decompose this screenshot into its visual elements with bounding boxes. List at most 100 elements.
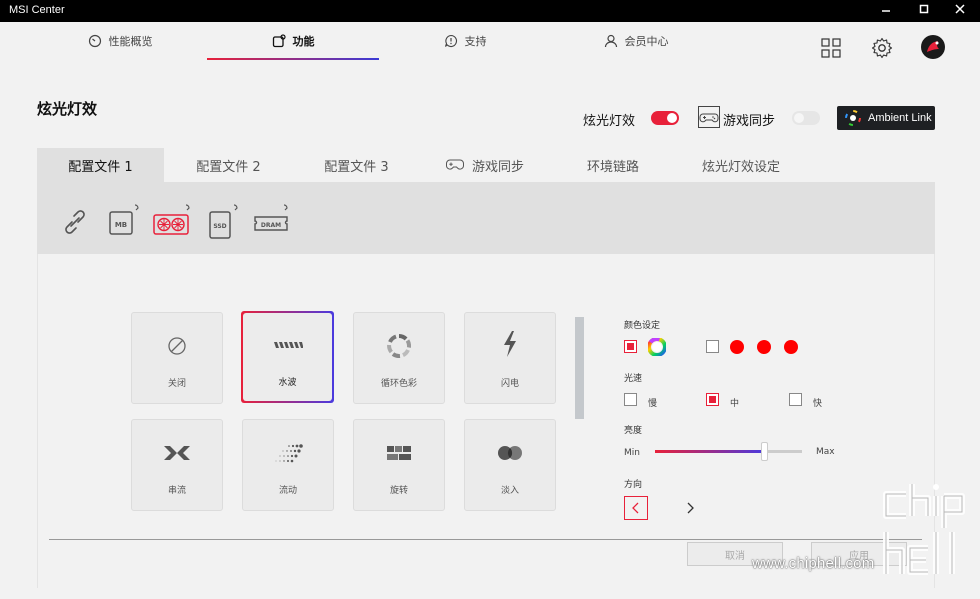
tab-label: 炫光灯效设定 xyxy=(701,159,780,175)
chevron-right-icon xyxy=(687,502,694,514)
ambient-link-label: Ambient Link xyxy=(868,112,932,124)
device-dram[interactable]: DRAM xyxy=(253,204,295,242)
chiphell-logo xyxy=(883,484,965,575)
effect-wave[interactable]: 水波 xyxy=(243,313,332,401)
close-button[interactable] xyxy=(946,2,974,20)
brightness-min-label: Min xyxy=(624,448,640,458)
maximize-button[interactable] xyxy=(910,2,938,20)
effect-label: 淡入 xyxy=(500,486,519,496)
tab-label: 配置文件 1 xyxy=(68,159,133,175)
window-title: MSI Center xyxy=(9,4,65,16)
flow-icon xyxy=(275,444,303,463)
tab-ambient-link[interactable]: 环境链路 xyxy=(560,148,666,182)
brightness-max-label: Max xyxy=(816,447,835,457)
tab-performance-overview[interactable]: 性能概览 xyxy=(70,22,170,60)
color-swatch-2[interactable] xyxy=(757,340,771,354)
stream-icon xyxy=(164,446,190,460)
tab-game-sync[interactable]: 游戏同步 xyxy=(430,148,540,182)
toggle-knob xyxy=(667,113,677,123)
device-mb[interactable]: MB xyxy=(107,204,141,242)
tab-rgb-settings[interactable]: 炫光灯效设定 xyxy=(685,148,797,182)
color-wheel-icon[interactable] xyxy=(648,338,666,356)
speed-label: 光速 xyxy=(624,374,643,384)
tab-label: 配置文件 3 xyxy=(324,159,389,175)
wave-icon xyxy=(273,342,303,348)
effect-color-cycle[interactable]: 循环色彩 xyxy=(353,312,445,404)
color-cycle-icon xyxy=(387,334,411,358)
effect-lightning[interactable]: 闪电 xyxy=(464,312,556,404)
custom-color-checkbox[interactable] xyxy=(624,340,637,353)
tab-profile-3[interactable]: 配置文件 3 xyxy=(293,148,420,182)
link-icon[interactable] xyxy=(61,208,89,236)
effect-label: 循环色彩 xyxy=(380,379,417,389)
toggle-knob xyxy=(794,113,804,123)
effect-off[interactable]: 关闭 xyxy=(131,312,223,404)
tab-label: 会员中心 xyxy=(624,35,669,48)
tab-profile-1[interactable]: 配置文件 1 xyxy=(37,148,164,182)
brightness-slider[interactable] xyxy=(655,450,802,453)
tab-label: 功能 xyxy=(292,35,315,48)
device-ssd[interactable]: SSD xyxy=(208,204,244,244)
direction-right-button[interactable] xyxy=(678,496,702,520)
device-label: MB xyxy=(115,221,127,229)
speed-medium-label: 中 xyxy=(730,399,740,409)
game-sync-toggle[interactable] xyxy=(792,111,820,125)
gamepad-icon xyxy=(698,106,720,128)
color-swatch-1[interactable] xyxy=(730,340,744,354)
device-gpu[interactable] xyxy=(153,204,193,242)
rgb-toggle-label: 炫光灯效 xyxy=(583,114,636,129)
feature-icon xyxy=(272,34,286,48)
tab-member-center[interactable]: 会员中心 xyxy=(588,22,684,60)
page-title: 炫光灯效 xyxy=(37,100,98,118)
color-swatch-3[interactable] xyxy=(784,340,798,354)
member-icon xyxy=(604,34,617,48)
gauge-icon xyxy=(88,34,101,48)
device-label: DRAM xyxy=(261,222,281,229)
preset-color-checkbox[interactable] xyxy=(706,340,719,353)
gpu-icon xyxy=(153,204,190,235)
motherboard-icon: MB xyxy=(109,204,139,235)
tab-label: 游戏同步 xyxy=(471,159,524,175)
effect-label: 关闭 xyxy=(167,379,186,389)
direction-left-button[interactable] xyxy=(624,496,648,520)
avatar[interactable] xyxy=(920,34,946,60)
off-icon xyxy=(168,337,186,355)
effect-flow[interactable]: 流动 xyxy=(242,419,334,511)
tab-label: 支持 xyxy=(464,35,487,48)
effect-rotate[interactable]: 旋转 xyxy=(353,419,445,511)
speed-medium-checkbox[interactable] xyxy=(706,393,719,406)
effect-fade-in[interactable]: 淡入 xyxy=(464,419,556,511)
ambient-link-button[interactable]: Ambient Link xyxy=(837,106,935,130)
brightness-slider-fill xyxy=(655,450,766,453)
active-tab-indicator xyxy=(207,58,379,60)
footer-divider xyxy=(49,539,922,540)
rgb-toggle[interactable] xyxy=(651,111,679,125)
effects-scrollbar[interactable] xyxy=(575,317,584,419)
title-bar: MSI Center xyxy=(0,0,980,22)
gamepad-icon xyxy=(445,159,464,170)
speed-fast-checkbox[interactable] xyxy=(789,393,802,406)
watermark-text: www.chiphell.com xyxy=(752,555,875,572)
dram-icon: DRAM xyxy=(254,204,288,231)
effect-label: 串流 xyxy=(167,486,186,496)
tab-support[interactable]: 支持 xyxy=(420,22,510,60)
effect-label: 水波 xyxy=(278,378,297,388)
effect-label: 闪电 xyxy=(500,379,519,389)
tab-features[interactable]: 功能 xyxy=(240,22,346,60)
speed-slow-checkbox[interactable] xyxy=(624,393,637,406)
direction-label: 方向 xyxy=(624,480,643,490)
ssd-icon: SSD xyxy=(209,204,238,239)
gear-icon[interactable] xyxy=(870,36,894,60)
rotate-icon xyxy=(387,446,411,460)
effect-stream[interactable]: 串流 xyxy=(131,419,223,511)
brightness-slider-thumb[interactable] xyxy=(761,442,769,461)
ambient-link-icon xyxy=(845,110,861,126)
chevron-left-icon xyxy=(632,502,639,514)
top-nav: 性能概览 功能 支持 会员中心 xyxy=(0,22,980,70)
effect-label: 旋转 xyxy=(389,486,408,496)
apps-grid-icon[interactable] xyxy=(819,36,843,60)
minimize-button[interactable] xyxy=(872,2,900,20)
device-label: SSD xyxy=(213,223,226,230)
color-settings-label: 颜色设定 xyxy=(624,321,661,331)
tab-profile-2[interactable]: 配置文件 2 xyxy=(165,148,292,182)
